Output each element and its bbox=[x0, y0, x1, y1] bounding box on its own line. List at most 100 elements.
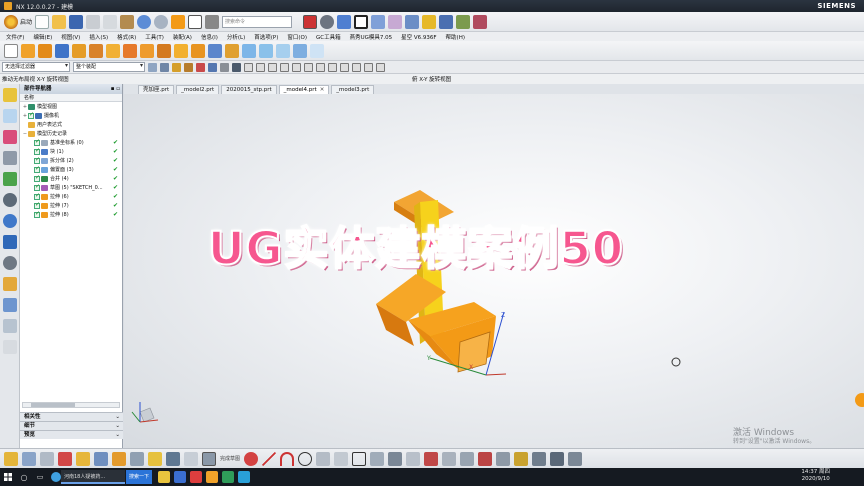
scrollbar-thumb[interactable] bbox=[31, 403, 75, 407]
taskbar-app-2-icon[interactable] bbox=[174, 471, 186, 483]
snap-on-curve-icon[interactable] bbox=[328, 62, 337, 72]
menu-information[interactable]: 信息(I) bbox=[201, 33, 218, 41]
edge-blend-icon[interactable] bbox=[174, 43, 188, 58]
snap-pole-icon[interactable] bbox=[364, 62, 373, 72]
selection-scope-dropdown[interactable]: 整个装配 bbox=[73, 62, 145, 72]
view-orient-icon[interactable] bbox=[22, 451, 36, 466]
extend-icon[interactable] bbox=[496, 451, 511, 466]
web-browser-icon[interactable] bbox=[3, 193, 17, 207]
palette-icon[interactable] bbox=[3, 340, 17, 354]
chamfer-icon[interactable] bbox=[191, 43, 205, 58]
rapid-dimension-icon[interactable] bbox=[532, 451, 547, 466]
manufacturing-wizard-icon[interactable] bbox=[3, 298, 17, 312]
constraint-icon[interactable] bbox=[58, 451, 72, 466]
copy-icon[interactable] bbox=[103, 14, 118, 29]
tab-part-1[interactable]: 壳加座.prt bbox=[138, 85, 175, 94]
navigator-column-header[interactable]: 名称 bbox=[20, 94, 122, 102]
menu-xingkong[interactable]: 星空 V6.936F bbox=[401, 33, 436, 41]
intersect-icon[interactable] bbox=[157, 43, 171, 58]
taskbar-search-icon[interactable]: ○ bbox=[16, 468, 32, 486]
shell-icon[interactable] bbox=[208, 43, 222, 58]
arc-icon[interactable] bbox=[280, 451, 295, 466]
menu-tools[interactable]: 工具(T) bbox=[145, 33, 164, 41]
sketch-settings-icon[interactable] bbox=[4, 451, 18, 466]
taskbar-search-button[interactable]: 搜索一下 bbox=[126, 470, 152, 484]
unite-icon[interactable] bbox=[123, 43, 137, 58]
mirror-icon[interactable] bbox=[310, 43, 324, 58]
menu-assemblies[interactable]: 装配(A) bbox=[173, 33, 192, 41]
visibility-checkbox[interactable] bbox=[34, 147, 40, 155]
tree-item-cameras[interactable]: + 摄像机 bbox=[20, 111, 122, 120]
select-point-icon[interactable] bbox=[196, 62, 205, 72]
trim-icon[interactable] bbox=[478, 451, 493, 466]
filter-icon[interactable] bbox=[422, 14, 437, 29]
floating-assistant-icon[interactable] bbox=[855, 393, 864, 407]
tab-part-4[interactable]: _model4.prt ✕ bbox=[278, 85, 330, 94]
system-scene-icon[interactable] bbox=[3, 319, 17, 333]
offset-face-icon[interactable] bbox=[242, 43, 256, 58]
visibility-checkbox[interactable] bbox=[28, 111, 34, 119]
visibility-checkbox[interactable] bbox=[34, 201, 40, 209]
snap-end-icon[interactable] bbox=[439, 14, 454, 29]
hd3d-tools-icon[interactable] bbox=[3, 172, 17, 186]
trim-body-icon[interactable] bbox=[259, 43, 273, 58]
select-curve-icon[interactable] bbox=[208, 62, 217, 72]
split-body-icon[interactable] bbox=[276, 43, 290, 58]
move-icon[interactable] bbox=[94, 451, 108, 466]
taskbar-app-3-icon[interactable] bbox=[190, 471, 202, 483]
section-preview[interactable]: 预览 ⌄ bbox=[20, 430, 123, 439]
fit-view-icon[interactable] bbox=[303, 14, 318, 29]
command-finder-icon[interactable] bbox=[171, 14, 186, 29]
visibility-checkbox[interactable] bbox=[34, 138, 40, 146]
snap-control-icon[interactable] bbox=[268, 62, 277, 72]
display-icon[interactable] bbox=[76, 451, 90, 466]
geometric-constraint-icon[interactable] bbox=[550, 451, 565, 466]
shaded-cube-icon[interactable] bbox=[337, 14, 352, 29]
select-feature-icon[interactable] bbox=[184, 62, 193, 72]
select-body-icon[interactable] bbox=[172, 62, 181, 72]
view-triad-cube[interactable] bbox=[139, 407, 155, 423]
menu-insert[interactable]: 插入(S) bbox=[89, 33, 108, 41]
save-icon[interactable] bbox=[69, 14, 84, 29]
line-icon[interactable] bbox=[262, 451, 277, 466]
reattach-icon[interactable] bbox=[184, 451, 198, 466]
menu-window[interactable]: 窗口(O) bbox=[287, 33, 307, 41]
pocket-icon[interactable] bbox=[106, 43, 120, 58]
fillet-icon[interactable] bbox=[316, 451, 331, 466]
selection-priority-icon[interactable] bbox=[371, 14, 386, 29]
menu-file[interactable]: 文件(F) bbox=[6, 33, 24, 41]
taskbar-app-1-icon[interactable] bbox=[158, 471, 170, 483]
boss-icon[interactable] bbox=[89, 43, 103, 58]
visibility-checkbox[interactable] bbox=[34, 210, 40, 218]
windows-start-icon[interactable] bbox=[0, 468, 16, 486]
mirror-curve-icon[interactable] bbox=[460, 451, 475, 466]
process-studio-icon[interactable] bbox=[3, 256, 17, 270]
position-icon[interactable] bbox=[130, 451, 144, 466]
tree-item-model-views[interactable]: + 模型视图 bbox=[20, 102, 122, 111]
navigator-horizontal-scrollbar[interactable] bbox=[22, 402, 120, 408]
measure-icon[interactable] bbox=[148, 451, 162, 466]
select-component-icon[interactable] bbox=[232, 62, 241, 72]
select-sketch-icon[interactable] bbox=[220, 62, 229, 72]
menu-analysis[interactable]: 分析(L) bbox=[227, 33, 245, 41]
finish-sketch-icon[interactable] bbox=[202, 451, 216, 466]
type-filter-dropdown[interactable]: 无选择过滤器 bbox=[2, 62, 70, 72]
menu-help[interactable]: 帮助(H) bbox=[446, 33, 465, 41]
menu-preferences[interactable]: 首选项(P) bbox=[254, 33, 278, 41]
tree-item-user-expressions[interactable]: 用户表达式 bbox=[20, 120, 122, 129]
sketch-icon[interactable] bbox=[4, 43, 18, 58]
snap-mid-icon[interactable] bbox=[456, 14, 471, 29]
select-edge-icon[interactable] bbox=[160, 62, 169, 72]
snap-intersection-icon[interactable] bbox=[280, 62, 289, 72]
subtract-icon[interactable] bbox=[140, 43, 154, 58]
visibility-checkbox[interactable] bbox=[34, 174, 40, 182]
point-icon[interactable] bbox=[388, 451, 403, 466]
tab-part-5[interactable]: _model3.prt bbox=[331, 85, 375, 94]
system-materials-icon[interactable] bbox=[3, 235, 17, 249]
start-button[interactable]: 启动 bbox=[4, 14, 32, 29]
copy-object-icon[interactable] bbox=[112, 451, 126, 466]
render-style-icon[interactable] bbox=[320, 14, 335, 29]
profile-icon[interactable] bbox=[244, 451, 259, 466]
history-icon[interactable] bbox=[3, 214, 17, 228]
visibility-checkbox[interactable] bbox=[34, 156, 40, 164]
